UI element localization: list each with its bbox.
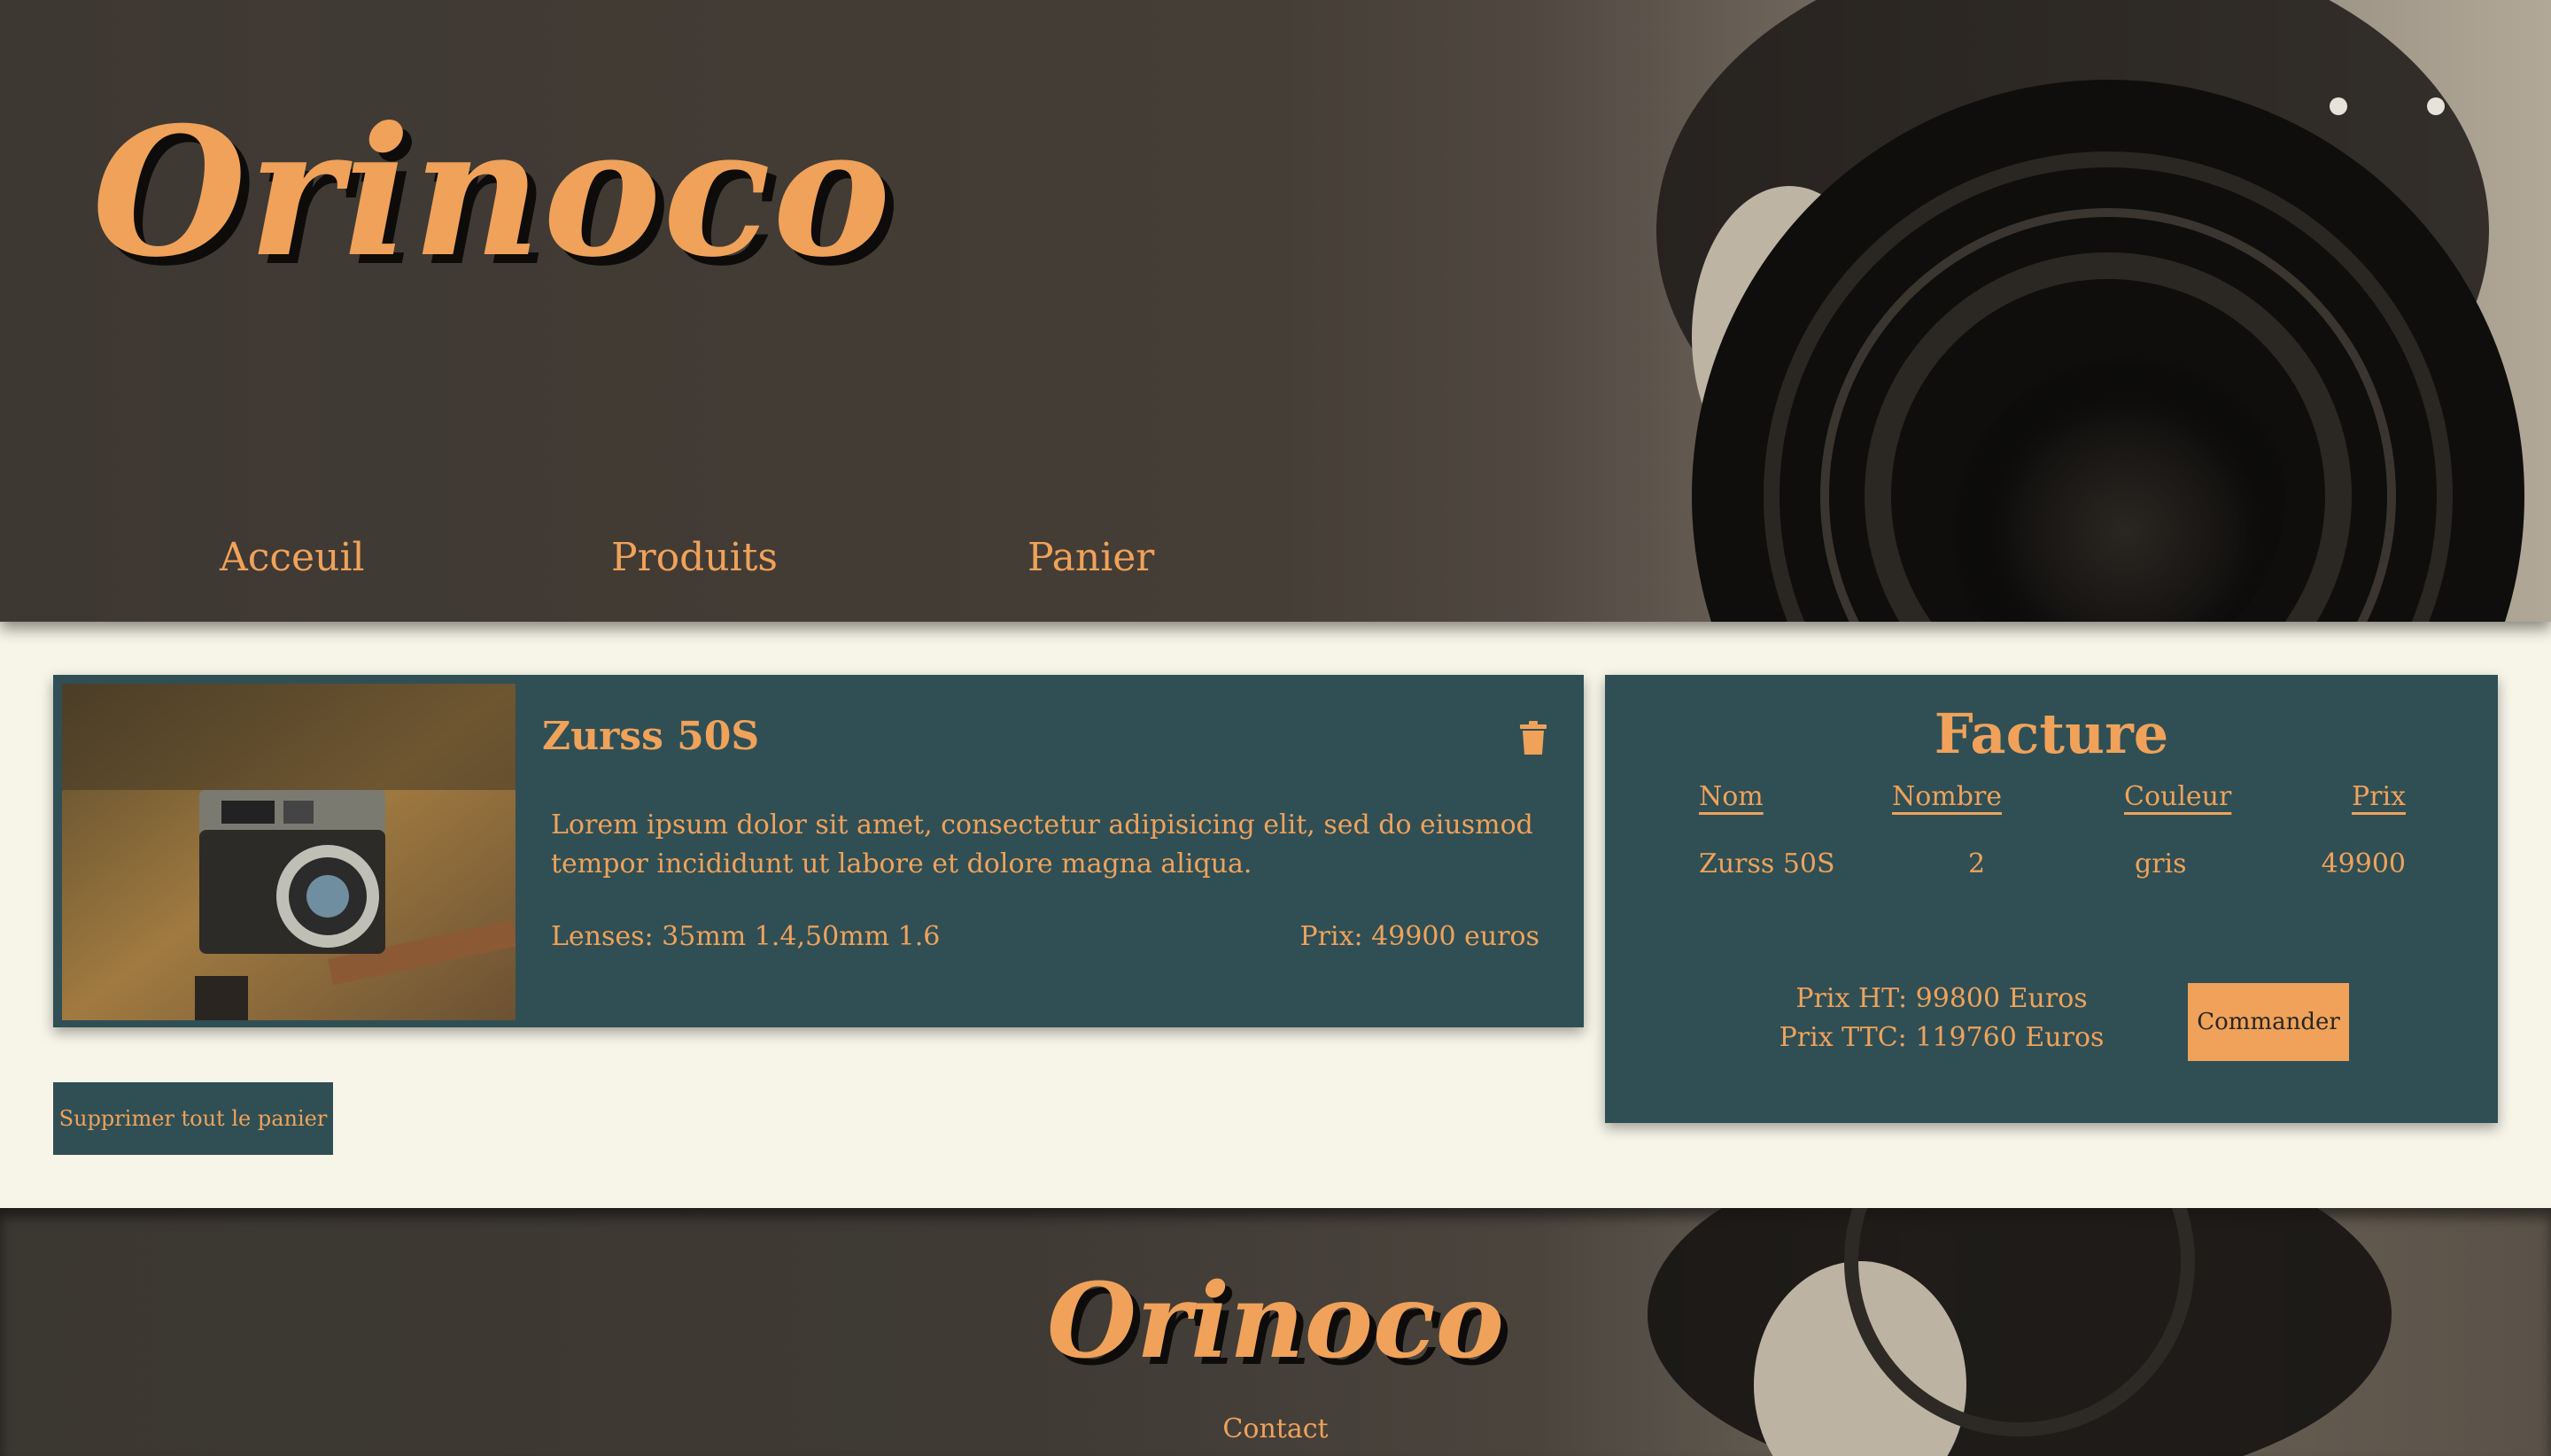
- product-image: [62, 684, 516, 1020]
- footer-brand[interactable]: Orinoco: [0, 1261, 2551, 1382]
- site-header: Orinoco Acceuil Produits Panier: [0, 0, 2551, 622]
- site-footer: Orinoco Contact: [0, 1208, 2551, 1456]
- nav-link-panier[interactable]: Panier: [1027, 535, 1154, 580]
- nav-link-produits[interactable]: Produits: [611, 535, 778, 580]
- table-cell-nombre: 2: [1968, 848, 1986, 879]
- product-lenses: Lenses: 35mm 1.4,50mm 1.6: [551, 921, 941, 952]
- main-nav: Acceuil Produits Panier: [0, 535, 1240, 588]
- table-cell-nom: Zurss 50S: [1699, 848, 1835, 879]
- invoice-title: Facture: [1934, 701, 2169, 766]
- order-button[interactable]: Commander: [2188, 983, 2349, 1061]
- table-cell-couleur: gris: [2135, 848, 2187, 879]
- invoice-panel: Facture Nom Nombre Couleur Prix Zurss 50…: [1605, 675, 2498, 1123]
- product-name: Zurss 50S: [542, 714, 760, 759]
- trash-icon[interactable]: [1520, 721, 1547, 755]
- footer-contact-link[interactable]: Contact: [0, 1413, 2551, 1444]
- table-cell-prix: 49900: [2321, 848, 2406, 879]
- column-header-couleur: Couleur: [2124, 781, 2232, 812]
- column-header-nombre: Nombre: [1892, 781, 2003, 812]
- product-description: Lorem ipsum dolor sit amet, consectetur …: [551, 809, 1533, 879]
- column-header-prix: Prix: [2351, 781, 2406, 812]
- photographer-hero-image: [1656, 0, 2524, 622]
- column-header-nom: Nom: [1699, 781, 1764, 812]
- price-ht: Prix HT: 99800 Euros: [1795, 983, 2088, 1014]
- product-price: Prix: 49900 euros: [1299, 921, 1539, 952]
- nav-link-acceuil[interactable]: Acceuil: [220, 535, 365, 580]
- price-ttc: Prix TTC: 119760 Euros: [1779, 1022, 2105, 1053]
- invoice-totals: Prix HT: 99800 Euros Prix TTC: 119760 Eu…: [1694, 980, 2190, 1057]
- clear-cart-button[interactable]: Supprimer tout le panier: [53, 1082, 333, 1155]
- brand-logo[interactable]: Orinoco: [92, 89, 893, 297]
- cart-item-card: Zurss 50S Lorem ipsum dolor sit amet, co…: [53, 675, 1584, 1027]
